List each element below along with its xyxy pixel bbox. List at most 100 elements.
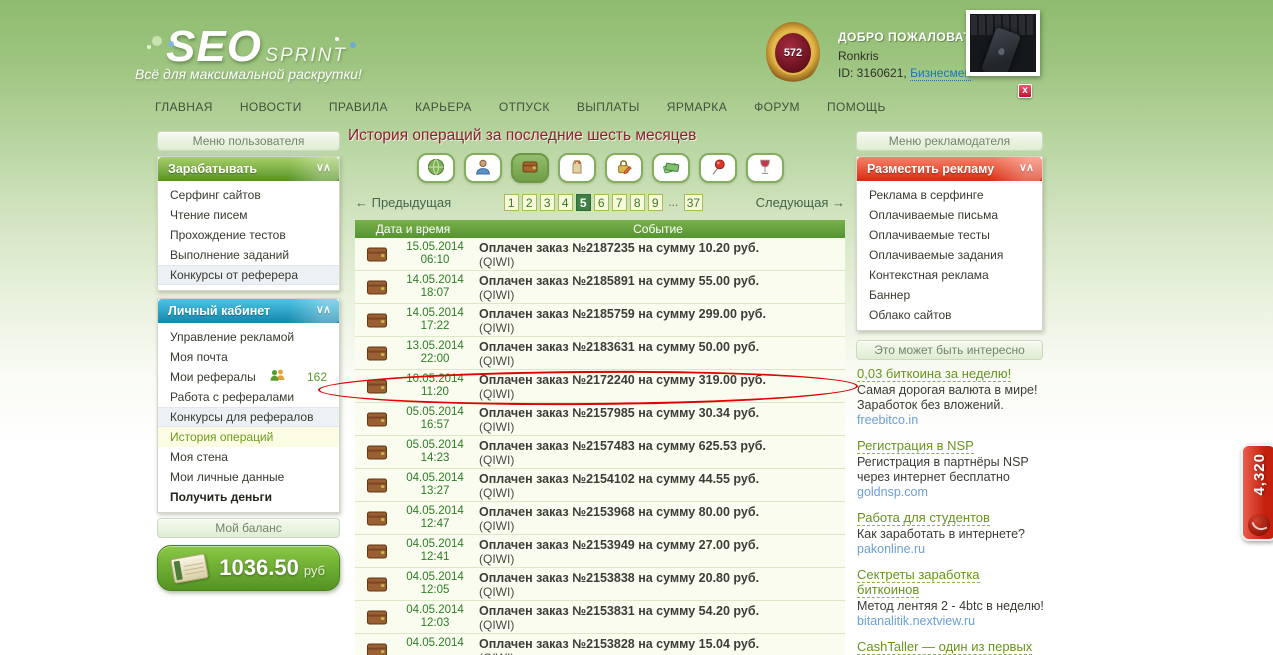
ad-url-link[interactable]: goldnsp.com bbox=[857, 485, 1044, 500]
balance-currency: руб bbox=[303, 563, 325, 578]
filter-glass-button[interactable] bbox=[745, 153, 784, 183]
page-number[interactable]: 2 bbox=[521, 194, 537, 211]
ad-url-link[interactable]: freebitco.in bbox=[857, 413, 1044, 428]
nav-item-otpusk[interactable]: ОТПУСК bbox=[499, 100, 550, 114]
place-ads-box: Разместить рекламу ∨∧ Реклама в серфинге… bbox=[856, 156, 1043, 331]
sidebar-item-letters[interactable]: Чтение писем bbox=[158, 205, 339, 225]
page-number[interactable]: 6 bbox=[593, 194, 609, 211]
ad-title-link[interactable]: Работа для студентов bbox=[857, 510, 990, 526]
sidebar-item-personal-data[interactable]: Мои личные данные bbox=[158, 467, 339, 487]
sidebar-item-banner[interactable]: Баннер bbox=[857, 285, 1042, 305]
ad-title-link[interactable]: Регистрация в NSP bbox=[857, 438, 974, 454]
pushpin-icon bbox=[709, 158, 727, 179]
sidebar-item-get-money[interactable]: Получить деньги bbox=[158, 487, 339, 507]
user-icon bbox=[474, 158, 492, 179]
nav-item-novosti[interactable]: НОВОСТИ bbox=[240, 100, 302, 114]
wine-glass-icon bbox=[756, 158, 774, 179]
collapse-chevrons-icon[interactable]: ∨∧ bbox=[316, 303, 331, 316]
filter-money-button[interactable] bbox=[651, 153, 690, 183]
nav-item-pomosch[interactable]: ПОМОЩЬ bbox=[827, 100, 886, 114]
collapse-chevrons-icon[interactable]: ∨∧ bbox=[1019, 161, 1034, 174]
wallet-row-icon bbox=[355, 304, 399, 336]
sidebar-item-paid-letters[interactable]: Оплачиваемые письма bbox=[857, 205, 1042, 225]
row-method: (QIWI) bbox=[479, 651, 845, 655]
filter-user-button[interactable] bbox=[463, 153, 502, 183]
nav-item-pravila[interactable]: ПРАВИЛА bbox=[329, 100, 388, 114]
page-number[interactable]: 4 bbox=[557, 194, 573, 211]
ad-title-link[interactable]: Сектреты заработка биткоинов bbox=[857, 567, 980, 598]
share-counter-badge[interactable]: 4,320 bbox=[1241, 444, 1273, 541]
row-date: 05.05.2014 bbox=[406, 439, 464, 451]
row-date: 04.05.2014 bbox=[406, 538, 464, 550]
sidebar-item-referral-contests[interactable]: Конкурсы для рефералов bbox=[158, 407, 339, 427]
ad-title-link[interactable]: CashTaller — один из первых bbox=[857, 639, 1033, 655]
sidebar-item-paid-tasks[interactable]: Оплачиваемые задания bbox=[857, 245, 1042, 265]
table-row-highlighted: 10.05.2014 11:20 Оплачен заказ №2172240 на… bbox=[355, 370, 845, 403]
sidebar-item-surf-ads[interactable]: Реклама в серфинге bbox=[857, 185, 1042, 205]
sidebar-item-referrer-contests[interactable]: Конкурсы от реферера bbox=[158, 265, 339, 285]
row-date: 04.05.2014 bbox=[406, 472, 464, 484]
row-event: Оплачен заказ №2172240 на сумму 319.00 р… bbox=[479, 373, 766, 387]
logo[interactable]: SEO SPRINT bbox=[152, 22, 347, 72]
user-status-link[interactable]: Бизнесмен bbox=[910, 66, 971, 81]
page-number[interactable]: 3 bbox=[539, 194, 555, 211]
row-method: (QIWI) bbox=[479, 618, 515, 632]
ad-title-link[interactable]: 0,03 биткоина за неделю! bbox=[857, 366, 1012, 382]
nav-item-vyplaty[interactable]: ВЫПЛАТЫ bbox=[577, 100, 640, 114]
money-envelope-icon bbox=[170, 552, 210, 584]
sidebar-item-ad-management[interactable]: Управление рекламой bbox=[158, 327, 339, 347]
main-navigation: ГЛАВНАЯ НОВОСТИ ПРАВИЛА КАРЬЕРА ОТПУСК В… bbox=[155, 100, 886, 114]
row-time: 13:27 bbox=[420, 485, 450, 497]
sidebar-item-context-ads[interactable]: Контекстная реклама bbox=[857, 265, 1042, 285]
page-number[interactable]: 1 bbox=[503, 194, 519, 211]
page-number[interactable]: 37 bbox=[683, 194, 704, 211]
pagination-pages: 1 2 3 4 5 6 7 8 9 ... 37 bbox=[503, 194, 704, 211]
cabinet-menu-title-bar[interactable]: Личный кабинет ∨∧ bbox=[158, 299, 339, 323]
nav-item-karera[interactable]: КАРЬЕРА bbox=[415, 100, 472, 114]
ad-description: Как заработать в интернете? bbox=[857, 527, 1025, 541]
pagination-next-link[interactable]: Следующая → bbox=[756, 195, 845, 210]
page-number[interactable]: 9 bbox=[647, 194, 663, 211]
close-icon[interactable]: x bbox=[1018, 84, 1032, 98]
row-method: (QIWI) bbox=[479, 486, 515, 500]
page-number-active[interactable]: 5 bbox=[575, 194, 591, 211]
sidebar-item-referral-work[interactable]: Работа с рефералами bbox=[158, 387, 339, 407]
page-number[interactable]: 8 bbox=[629, 194, 645, 211]
earn-menu-title-bar[interactable]: Зарабатывать ∨∧ bbox=[158, 157, 339, 181]
sidebar-item-my-wall[interactable]: Моя стена bbox=[158, 447, 339, 467]
sidebar-item-paid-tests[interactable]: Оплачиваемые тесты bbox=[857, 225, 1042, 245]
table-row: 14.05.2014 17:22 Оплачен заказ №2185759 на… bbox=[355, 304, 845, 337]
referrals-people-icon bbox=[270, 367, 285, 387]
row-method: (QIWI) bbox=[479, 255, 515, 269]
nav-item-yarmarka[interactable]: ЯРМАРКА bbox=[667, 100, 727, 114]
sidebar-item-tasks[interactable]: Выполнение заданий bbox=[158, 245, 339, 265]
sidebar-item-site-cloud[interactable]: Облако сайтов bbox=[857, 305, 1042, 325]
balance-button[interactable]: 1036.50 руб bbox=[157, 545, 340, 591]
sidebar-item-my-referrals[interactable]: Мои рефералы 162 bbox=[158, 367, 339, 387]
row-method: (QIWI) bbox=[479, 387, 515, 401]
sidebar-item-my-mail[interactable]: Моя почта bbox=[158, 347, 339, 367]
sidebar-item-surfing[interactable]: Серфинг сайтов bbox=[158, 185, 339, 205]
filter-pin-button[interactable] bbox=[698, 153, 737, 183]
filter-lock-button[interactable] bbox=[604, 153, 643, 183]
logo-text-seo: SEO bbox=[166, 22, 262, 71]
pagination-prev-link[interactable]: ← Предыдущая bbox=[355, 195, 451, 210]
place-ads-title-bar[interactable]: Разместить рекламу ∨∧ bbox=[857, 157, 1042, 181]
filter-globe-button[interactable] bbox=[416, 153, 455, 183]
profile-ad-photo[interactable] bbox=[966, 10, 1040, 76]
sidebar-item-operation-history[interactable]: История операций bbox=[158, 427, 339, 447]
ad-url-link[interactable]: bitanalitik.nextview.ru bbox=[857, 614, 1044, 629]
page-number[interactable]: 7 bbox=[611, 194, 627, 211]
nav-item-forum[interactable]: ФОРУМ bbox=[754, 100, 800, 114]
row-event: Оплачен заказ №2157985 на сумму 30.34 ру… bbox=[479, 406, 760, 420]
row-date: 04.05.2014 bbox=[406, 604, 464, 616]
filter-bag-button[interactable] bbox=[557, 153, 596, 183]
sidebar-item-tests[interactable]: Прохождение тестов bbox=[158, 225, 339, 245]
nav-item-glavnaya[interactable]: ГЛАВНАЯ bbox=[155, 100, 213, 114]
ad-url-link[interactable]: pakonline.ru bbox=[857, 542, 1044, 557]
row-event: Оплачен заказ №2153968 на сумму 80.00 ру… bbox=[479, 505, 760, 519]
filter-wallet-button[interactable] bbox=[510, 153, 549, 183]
wallet-row-icon bbox=[355, 469, 399, 501]
username: Ronkris bbox=[838, 49, 879, 63]
collapse-chevrons-icon[interactable]: ∨∧ bbox=[316, 161, 331, 174]
